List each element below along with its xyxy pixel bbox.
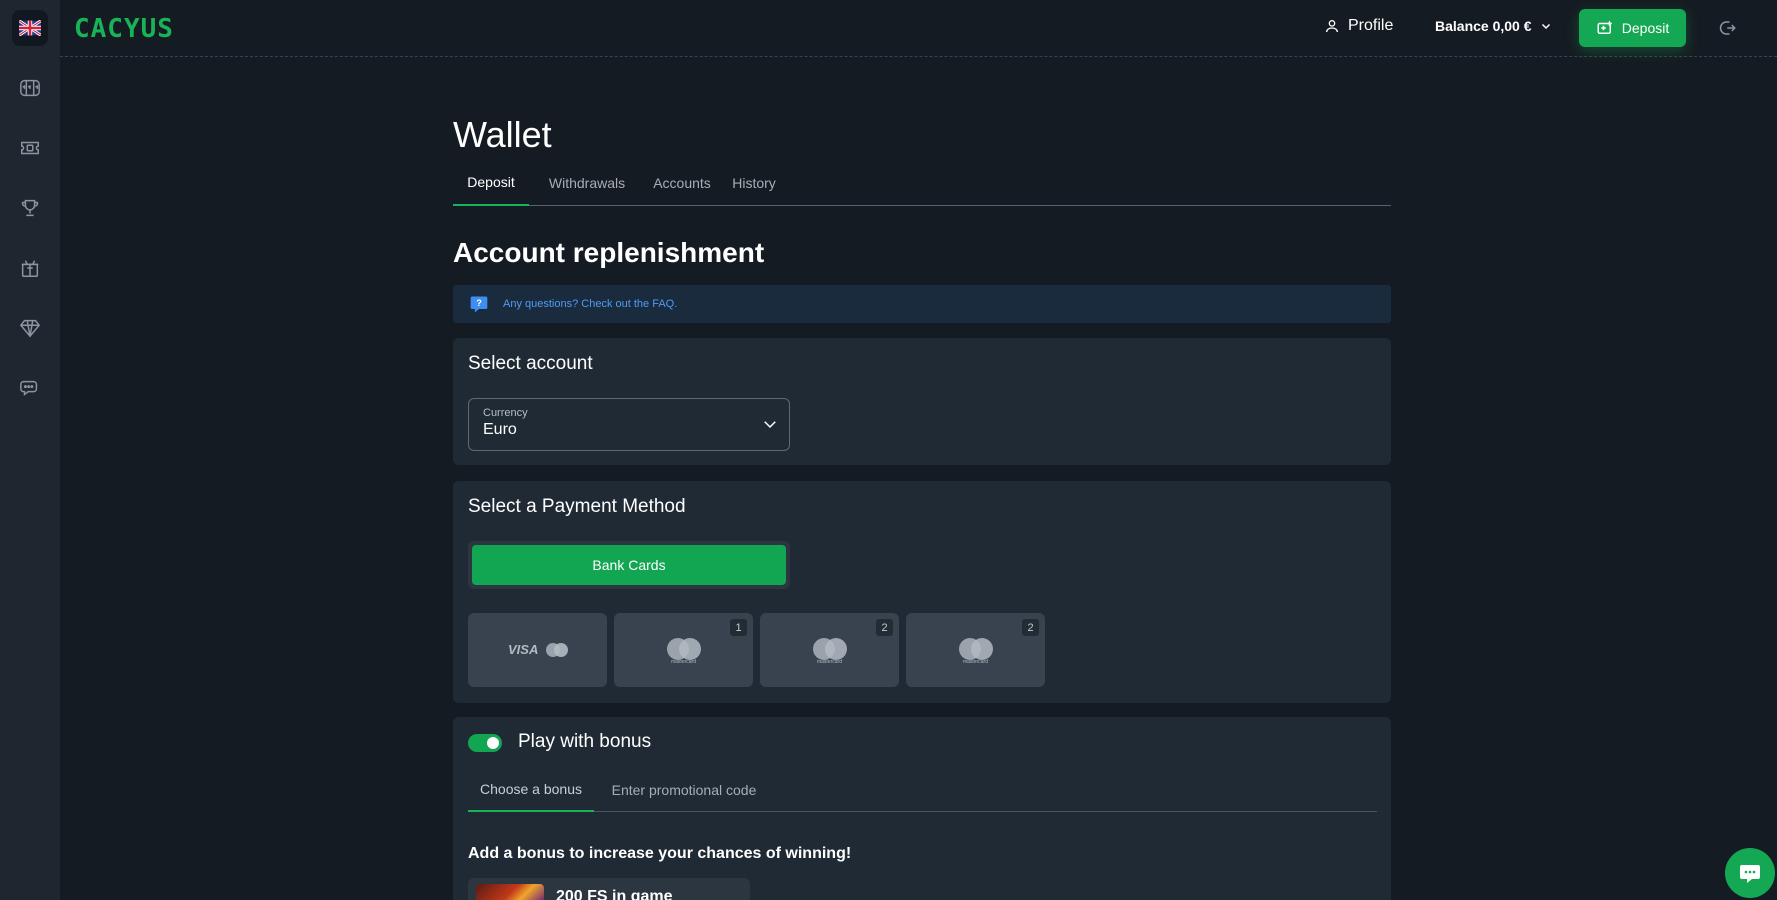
header-deposit-label: Deposit [1621, 20, 1670, 36]
page-title: Wallet [453, 114, 552, 155]
language-selector[interactable] [12, 10, 48, 46]
section-title: Account replenishment [453, 237, 765, 268]
balance-label: Balance 0,00 € [1435, 18, 1532, 34]
profile-label: Profile [1348, 17, 1394, 34]
header-deposit-button[interactable]: Deposit [1579, 9, 1686, 47]
diamond-icon[interactable] [16, 314, 44, 342]
payment-card-mastercard-2[interactable]: mastercard 2 [760, 613, 899, 687]
bonus-title: Play with bonus [518, 731, 652, 752]
site-logo[interactable]: CACYUS [74, 14, 174, 44]
uk-flag-icon [19, 20, 41, 36]
toggle-knob [487, 737, 499, 749]
faq-text: Any questions? Check out the FAQ. [503, 298, 678, 310]
user-icon [1326, 20, 1338, 33]
ticket-icon[interactable] [16, 134, 44, 162]
payment-method-title: Select a Payment Method [468, 496, 686, 517]
tab-promo-code[interactable]: Enter promotional code [608, 767, 760, 812]
mastercard-text: mastercard [816, 659, 842, 665]
chat-bubbles-icon[interactable] [16, 374, 44, 402]
tab-deposit[interactable]: Deposit [453, 160, 529, 206]
slot-machine-icon[interactable] [16, 74, 44, 102]
card-count-badge: 2 [1022, 619, 1039, 636]
currency-select[interactable]: Currency Euro [468, 398, 790, 451]
logout-icon[interactable] [1716, 16, 1740, 40]
sidebar [0, 0, 60, 900]
visa-text: VISA [508, 642, 538, 657]
card-count-badge: 1 [730, 619, 747, 636]
bank-cards-button[interactable]: Bank Cards [472, 545, 786, 585]
question-bubble-icon: ? [470, 296, 488, 313]
mastercard-text: mastercard [670, 659, 696, 665]
trophy-icon[interactable] [16, 194, 44, 222]
top-header: CACYUS Profile Balance 0,00 € Deposit [60, 0, 1777, 57]
support-chat-button[interactable] [1725, 848, 1775, 898]
bonus-card: Play with bonus Choose a bonus Enter pro… [453, 717, 1391, 900]
profile-link[interactable]: Profile [1324, 17, 1393, 35]
svg-text:?: ? [476, 298, 482, 308]
balance-dropdown[interactable]: Balance 0,00 € [1435, 18, 1552, 34]
chat-icon [1740, 865, 1760, 883]
chevron-down-icon [1541, 23, 1550, 30]
gift-box-icon[interactable] [16, 254, 44, 282]
bonus-game-thumbnail [476, 884, 544, 900]
payment-card-mastercard-3[interactable]: mastercard 2 [906, 613, 1045, 687]
select-account-title: Select account [468, 353, 593, 374]
currency-label: Currency [483, 407, 528, 419]
bonus-description: Add a bonus to increase your chances of … [468, 845, 852, 862]
tab-withdrawals[interactable]: Withdrawals [539, 160, 635, 206]
chevron-down-icon [764, 421, 776, 429]
faq-banner[interactable]: ? Any questions? Check out the FAQ. [453, 285, 1391, 323]
visa-mastercard-icon: VISA [508, 642, 568, 657]
bonus-item[interactable]: 200 FS in game [468, 878, 750, 900]
tab-choose-bonus[interactable]: Choose a bonus [468, 767, 594, 812]
currency-value: Euro [483, 421, 517, 438]
mastercard-text: mastercard [962, 659, 988, 665]
bonus-tabs: Choose a bonus Enter promotional code [468, 767, 1377, 812]
tab-accounts[interactable]: Accounts [649, 160, 715, 206]
payment-card-mastercard-1[interactable]: mastercard 1 [614, 613, 753, 687]
payment-card-visa-mastercard[interactable]: VISA [468, 613, 607, 687]
select-account-card: Select account Currency Euro [453, 338, 1391, 465]
wallet-plus-icon [1597, 21, 1612, 34]
payment-method-group: Bank Cards [468, 541, 790, 589]
play-with-bonus-toggle[interactable] [468, 734, 502, 752]
payment-method-card: Select a Payment Method Bank Cards VISA … [453, 481, 1391, 703]
card-count-badge: 2 [876, 619, 893, 636]
wallet-tabs: Deposit Withdrawals Accounts History [453, 160, 1391, 206]
tab-history[interactable]: History [727, 160, 781, 206]
bonus-name: 200 FS in game [556, 888, 673, 900]
